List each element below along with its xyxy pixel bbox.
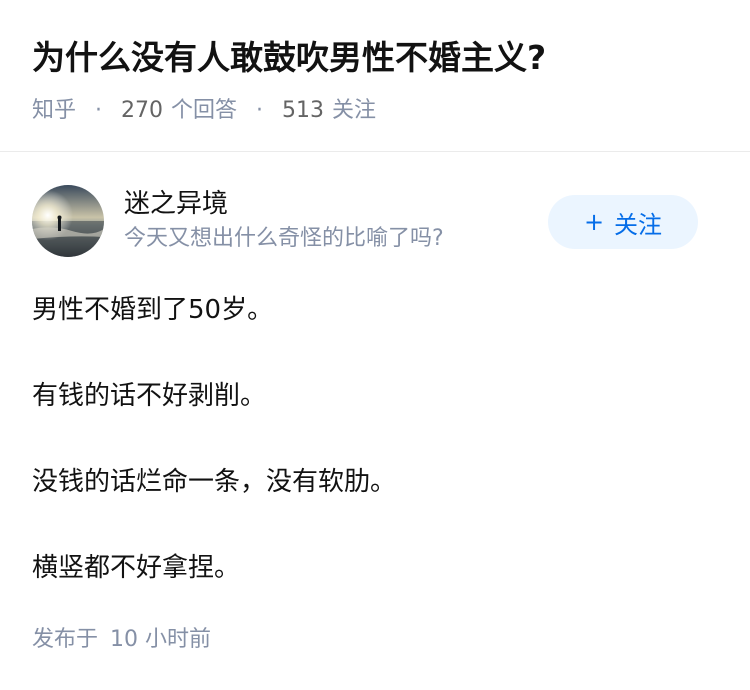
publish-time: 发布于 10 小时前: [32, 623, 211, 657]
answer-paragraph: 有钱的话不好剥削。: [32, 381, 267, 411]
meta-separator: ·: [95, 98, 103, 123]
plus-icon: +: [583, 208, 605, 236]
answer-body: 男性不婚到了50岁。 有钱的话不好剥削。 没钱的话烂命一条，没有软肋。 横竖都不…: [32, 287, 718, 631]
author-name[interactable]: 迷之异境: [124, 185, 444, 223]
follow-button[interactable]: + 关注: [548, 195, 698, 249]
answer-paragraph: 没钱的话烂命一条，没有软肋。: [32, 467, 397, 497]
answer-paragraph: 横竖都不好拿捏。: [32, 553, 241, 583]
question-header: 为什么没有人敢鼓吹男性不婚主义? 知乎 · 270 个回答 · 513 关注: [32, 28, 718, 128]
header-divider: [0, 151, 750, 152]
beach-sunset-avatar-icon: [32, 185, 104, 257]
author-bio: 今天又想出什么奇怪的比喻了吗?: [124, 226, 444, 251]
question-meta: 知乎 · 270 个回答 · 513 关注: [32, 94, 718, 128]
follow-label: 关注: [614, 210, 663, 239]
avatar[interactable]: [32, 185, 104, 257]
answers-count: 270: [121, 98, 164, 123]
published-label: 发布于: [32, 627, 99, 652]
published-time: 10 小时前: [110, 627, 212, 652]
answer-paragraph: 男性不婚到了50岁。: [32, 295, 274, 325]
followers-count: 513: [282, 98, 325, 123]
meta-separator: ·: [256, 98, 264, 123]
followers-count-link[interactable]: 513 关注: [282, 98, 376, 123]
followers-label: 关注: [332, 98, 377, 123]
source-label[interactable]: 知乎: [32, 98, 76, 123]
author-row: 迷之异境 今天又想出什么奇怪的比喻了吗? + 关注: [32, 185, 698, 259]
question-title[interactable]: 为什么没有人敢鼓吹男性不婚主义?: [32, 28, 718, 88]
answers-label: 个回答: [171, 98, 238, 123]
answers-count-link[interactable]: 270 个回答: [121, 98, 237, 123]
author-info: 迷之异境 今天又想出什么奇怪的比喻了吗?: [124, 185, 444, 255]
